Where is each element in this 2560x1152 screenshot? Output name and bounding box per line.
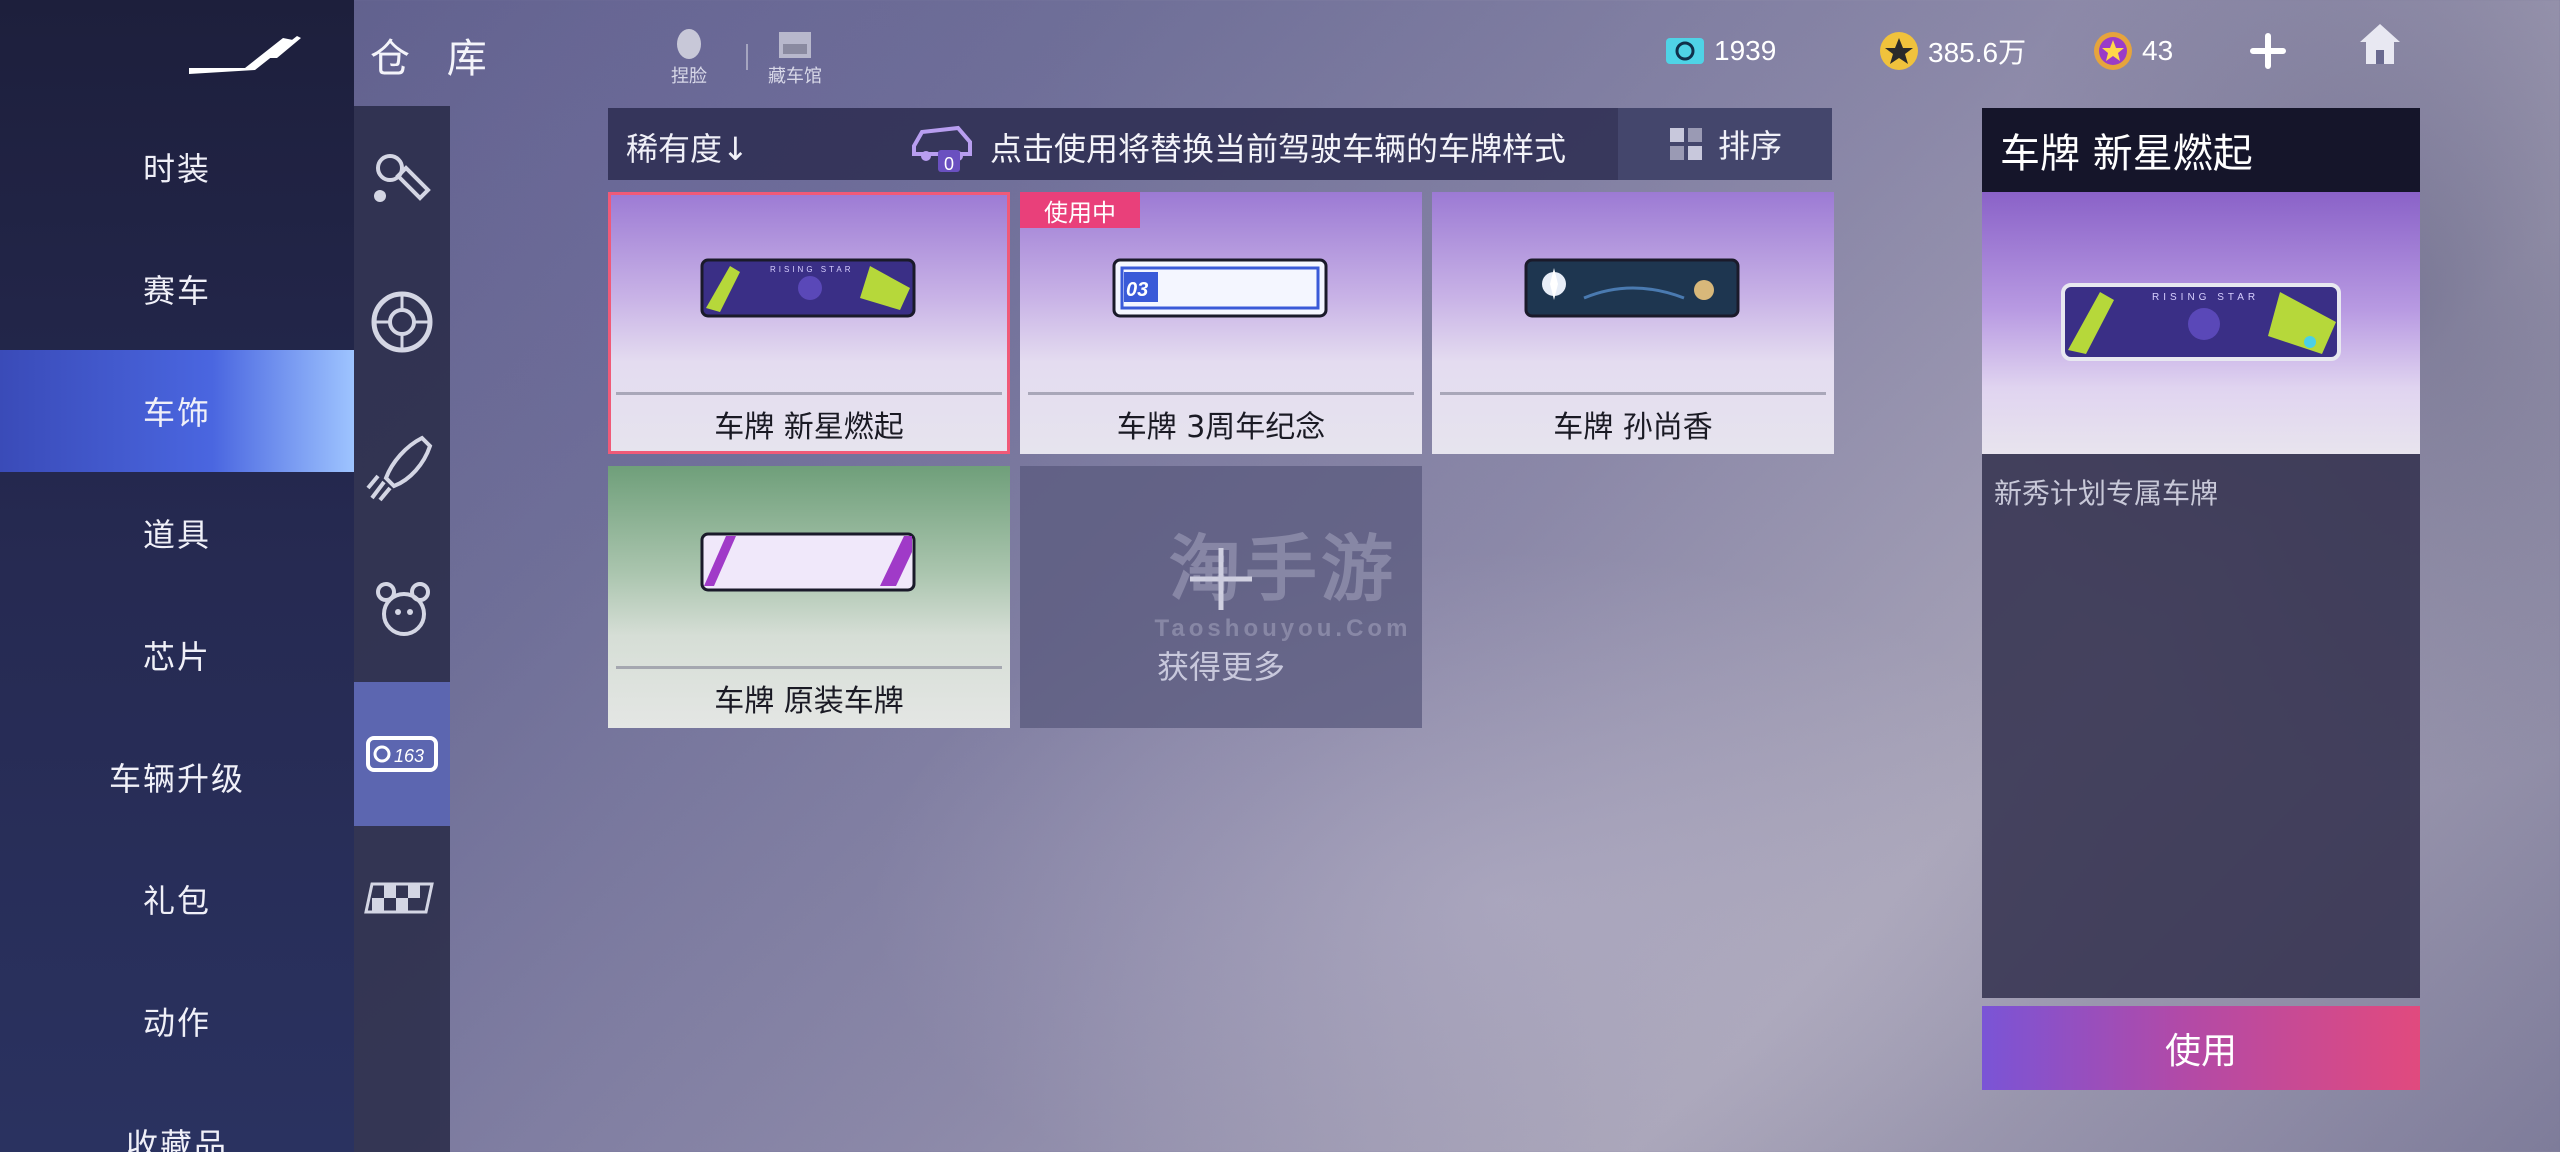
nav-item-vehicle-upgrade[interactable]: 车辆升级	[0, 716, 354, 838]
star-gem-icon	[2094, 32, 2132, 70]
detail-preview: RISING STAR	[1982, 192, 2420, 454]
nav-label: 赛车	[142, 272, 211, 310]
subnav-boost[interactable]	[354, 394, 450, 538]
in-use-badge: 使用中	[1020, 192, 1140, 228]
nav-label: 时装	[142, 150, 211, 188]
ticket-icon	[1666, 38, 1704, 64]
page-title: 仓 库	[370, 36, 499, 82]
item-name: 车牌 3周年纪念	[1116, 410, 1326, 445]
use-button[interactable]: 使用	[1982, 1006, 2420, 1090]
license-plate-icon: 163	[366, 736, 438, 772]
plate-icon-text: 163	[394, 746, 424, 766]
watermark-cn: 淘手游	[1168, 527, 1397, 611]
home-icon[interactable]	[2354, 18, 2406, 70]
nav-item-collectibles[interactable]: 收藏品	[0, 1082, 354, 1152]
checkered-flag-icon	[364, 882, 434, 914]
description-text: 新秀计划专属车牌	[1994, 477, 2219, 510]
item-name: 车牌 孙尚香	[1553, 410, 1713, 445]
subnav-flags[interactable]	[354, 826, 450, 970]
nav-label: 道具	[142, 516, 211, 554]
nav-item-actions[interactable]: 动作	[0, 960, 354, 1082]
nav-item-chips[interactable]: 芯片	[0, 594, 354, 716]
nav-item-gift-packs[interactable]: 礼包	[0, 838, 354, 960]
subnav-license-plates[interactable]: 163	[354, 682, 450, 826]
nav-item-cars[interactable]: 赛车	[0, 228, 354, 350]
face-edit-label: 捏脸	[671, 66, 707, 87]
nav-item-props[interactable]: 道具	[0, 472, 354, 594]
main-nav: 时装 赛车 车饰 道具 芯片 车辆升级 礼包 动作 收藏品	[0, 0, 354, 1152]
add-currency-icon[interactable]	[2246, 24, 2290, 76]
nav-item-car-decoration[interactable]: 车饰	[0, 350, 354, 472]
subnav-wheels[interactable]	[354, 250, 450, 394]
watermark: 淘手游 Taoshouyou.Com	[1148, 510, 1418, 643]
detail-description: 新秀计划专属车牌	[1982, 454, 2420, 998]
pet-icon	[376, 582, 430, 636]
nav-label: 车饰	[142, 394, 211, 432]
get-more-label: 获得更多	[1156, 648, 1285, 686]
face-icon	[677, 29, 701, 59]
grid-sort-icon	[1669, 128, 1702, 160]
item-card-sun-shangxiang[interactable]: 车牌 孙尚香	[1432, 192, 1834, 454]
gem-value: 43	[2142, 35, 2174, 66]
nav-item-fashion[interactable]: 时装	[0, 106, 354, 228]
hint-count: 0	[944, 154, 954, 174]
subnav-paint[interactable]	[354, 106, 450, 250]
plate-text: 03	[1126, 279, 1148, 301]
coin-value: 385.6万	[1928, 37, 2027, 68]
game-logo	[189, 36, 301, 74]
plate-text: RISING STAR	[2152, 292, 2259, 303]
ticket-value: 1939	[1714, 35, 1777, 66]
garage-button[interactable]: 藏车馆	[760, 22, 830, 88]
car-hint-icon: 0	[912, 125, 972, 174]
item-card-original-plate[interactable]: 车牌 原装车牌	[608, 466, 1010, 728]
usage-hint: 点击使用将替换当前驾驶车辆的车牌样式	[990, 130, 1567, 168]
sun-shangxiang-plate	[1524, 258, 1740, 318]
detail-title: 车牌 新星燃起	[1982, 108, 2420, 192]
anniversary-plate: 03	[1112, 258, 1328, 318]
face-edit-button[interactable]: 捏脸	[654, 22, 724, 88]
item-name: 车牌 新星燃起	[714, 410, 904, 445]
garage-icon	[779, 32, 811, 58]
item-card-3rd-anniversary[interactable]: 使用中 03 车牌 3周年纪念	[1020, 192, 1422, 454]
nav-label: 车辆升级	[108, 760, 245, 798]
rarity-sort-button[interactable]: 稀有度↓	[626, 124, 749, 170]
wheel-icon	[371, 291, 433, 353]
original-plate	[700, 532, 916, 592]
sort-label: 排序	[1717, 127, 1782, 165]
item-toolbar: 稀有度↓ 0 点击使用将替换当前驾驶车辆的车牌样式 排序	[608, 108, 1832, 180]
plate-text: RISING STAR	[770, 265, 854, 274]
card-divider	[616, 392, 1002, 395]
card-divider	[1440, 392, 1826, 395]
card-divider	[616, 666, 1002, 669]
watermark-en: Taoshouyou.Com	[1154, 615, 1412, 642]
paint-spray-icon	[374, 154, 431, 202]
nav-label: 芯片	[142, 638, 211, 676]
nav-label: 动作	[142, 1004, 211, 1042]
garage-label: 藏车馆	[768, 66, 822, 87]
card-divider	[1028, 392, 1414, 395]
ticket-counter[interactable]: 1939	[1664, 26, 1776, 76]
rocket-flame-icon	[366, 435, 433, 502]
item-name: 车牌 原装车牌	[714, 684, 904, 719]
nav-label: 礼包	[142, 882, 211, 920]
rising-star-plate: RISING STAR	[700, 258, 916, 318]
coin-icon	[1880, 32, 1918, 70]
subnav-pets[interactable]	[354, 538, 450, 682]
sort-button[interactable]: 排序	[1618, 108, 1832, 180]
category-icon-column: 163	[354, 106, 450, 1152]
item-card-rising-star[interactable]: RISING STAR 车牌 新星燃起	[608, 192, 1010, 454]
gem-counter[interactable]: 43	[2092, 26, 2173, 76]
top-divider	[746, 44, 748, 70]
coin-counter[interactable]: 385.6万	[1878, 26, 2026, 76]
detail-plate-preview: RISING STAR	[2061, 283, 2341, 361]
nav-label: 收藏品	[125, 1126, 228, 1152]
